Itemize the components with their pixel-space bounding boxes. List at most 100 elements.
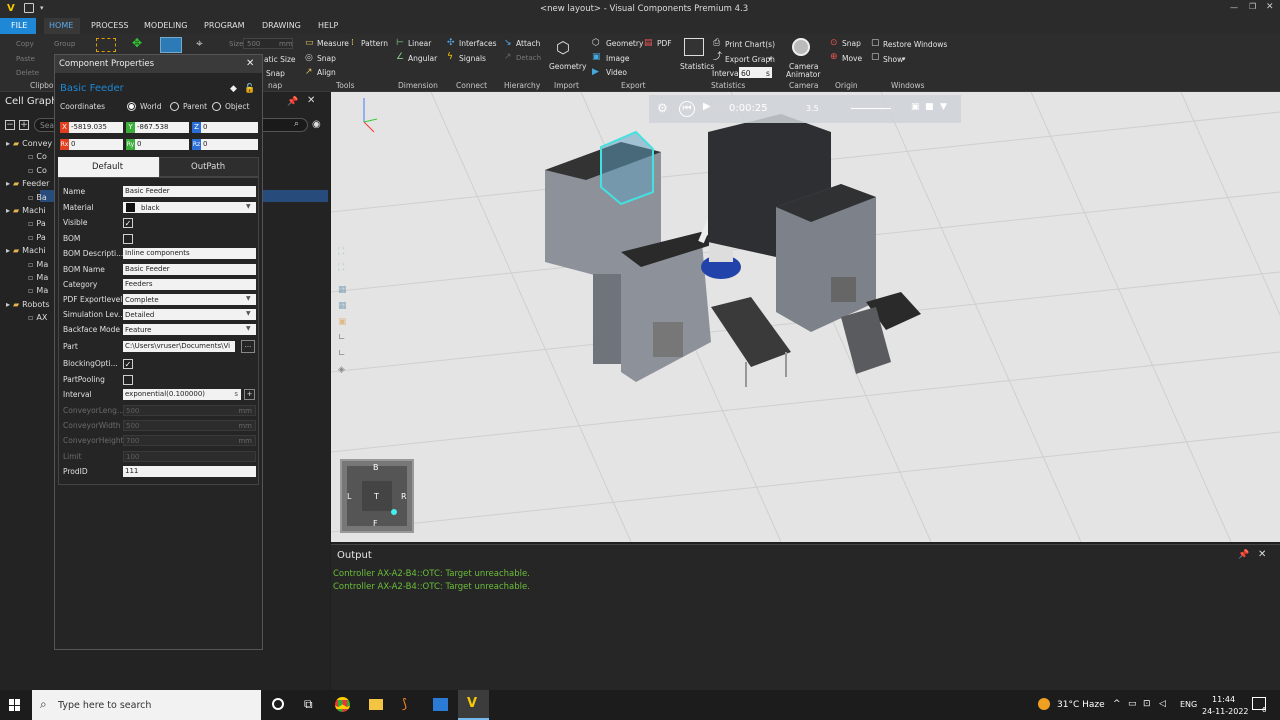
- part-path-input[interactable]: C:\Users\vruser\Documents\Vi: [123, 341, 235, 352]
- navcube-top[interactable]: T: [374, 492, 379, 501]
- grid-display-icon[interactable]: ∟: [338, 349, 348, 359]
- group-button[interactable]: Group: [54, 40, 75, 48]
- filter-icon[interactable]: ▼: [940, 102, 947, 112]
- speed-slider[interactable]: [851, 108, 891, 109]
- name-input[interactable]: Basic Feeder: [123, 186, 256, 197]
- maximize-button[interactable]: ❐: [1249, 2, 1256, 11]
- tab-home-label[interactable]: HOME: [49, 21, 73, 30]
- prodid-input[interactable]: 111: [123, 466, 256, 477]
- minimize-button[interactable]: —: [1230, 3, 1238, 12]
- print-charts-button[interactable]: Print Chart(s): [725, 40, 775, 49]
- tree-item[interactable]: ▫ Ma: [28, 286, 48, 295]
- attach-button[interactable]: Attach: [516, 39, 540, 48]
- interfaces-button[interactable]: Interfaces: [459, 39, 497, 48]
- collapse-all-button[interactable]: −: [5, 120, 15, 130]
- radio-world[interactable]: [127, 102, 136, 111]
- tree-folder[interactable]: ▸ ▰ Machi: [6, 246, 46, 255]
- start-windows-icon[interactable]: [9, 699, 21, 711]
- bom-name-input[interactable]: Basic Feeder: [123, 264, 256, 275]
- bom-checkbox[interactable]: [123, 234, 133, 244]
- export-graph-dropdown-icon[interactable]: ▾: [768, 54, 772, 64]
- angular-button[interactable]: Angular: [408, 54, 437, 63]
- radio-parent-label[interactable]: Parent: [183, 102, 207, 111]
- tab-help[interactable]: HELP: [318, 21, 338, 30]
- camera-animator-button-l2[interactable]: Animator: [786, 70, 820, 79]
- radio-world-label[interactable]: World: [140, 102, 162, 111]
- radio-object-label[interactable]: Object: [225, 102, 249, 111]
- static-size-button[interactable]: atic Size: [264, 55, 296, 64]
- navcube-front[interactable]: F: [373, 519, 378, 528]
- copy-button[interactable]: Copy: [16, 40, 34, 48]
- paste-button[interactable]: Paste: [16, 55, 35, 63]
- part-browse-button[interactable]: ...: [241, 340, 255, 353]
- fill-selected-icon[interactable]: ⛶: [338, 263, 348, 273]
- select-tool-icon[interactable]: [96, 38, 116, 52]
- show-button[interactable]: Show: [883, 55, 903, 64]
- volume-icon[interactable]: ◁: [1159, 699, 1166, 709]
- visible-checkbox[interactable]: ✓: [123, 218, 133, 228]
- restore-windows-button[interactable]: Restore Windows: [883, 40, 947, 49]
- fill-view-icon[interactable]: ⛶: [338, 247, 348, 257]
- props-tab-default-label[interactable]: Default: [92, 162, 123, 172]
- tab-process[interactable]: PROCESS: [91, 21, 128, 30]
- simulation-level-dropdown-icon[interactable]: ▼: [246, 310, 251, 317]
- show-hidden-icons[interactable]: ^: [1113, 699, 1121, 709]
- weather-text[interactable]: 31°C Haze: [1057, 700, 1105, 710]
- viewport-scene[interactable]: [331, 92, 1280, 542]
- tree-item[interactable]: ▫ Co: [28, 166, 47, 175]
- origin-move-button[interactable]: Move: [842, 54, 862, 63]
- tree-item[interactable]: ▫ Ba: [28, 193, 47, 202]
- bom-description-input[interactable]: Inline components: [123, 248, 256, 259]
- export-geometry-button[interactable]: Geometry: [606, 39, 643, 48]
- record-video-icon[interactable]: ■: [925, 102, 934, 112]
- category-input[interactable]: Feeders: [123, 279, 256, 290]
- expand-arrow-icon[interactable]: ▸: [6, 206, 10, 215]
- position-y-input[interactable]: -867.538: [135, 122, 189, 133]
- network-icon[interactable]: ⊡: [1143, 699, 1151, 709]
- tree-item[interactable]: ▫ Pa: [28, 233, 46, 242]
- expand-all-button[interactable]: +: [19, 120, 29, 130]
- show-dropdown-icon[interactable]: ▾: [902, 54, 906, 64]
- rotation-z-input[interactable]: 0: [201, 139, 258, 150]
- tray-icon-1[interactable]: ▭: [1128, 699, 1137, 709]
- output-close-icon[interactable]: ✕: [1258, 549, 1266, 560]
- tab-program[interactable]: PROGRAM: [204, 21, 245, 30]
- pin-icon[interactable]: 📌: [287, 97, 298, 107]
- align-button[interactable]: Align: [317, 68, 336, 77]
- settings-gear-icon[interactable]: ⚙: [657, 101, 668, 115]
- detach-button[interactable]: Detach: [516, 54, 541, 62]
- reset-simulation-icon[interactable]: ⏮: [679, 101, 695, 117]
- screenshot-icon[interactable]: ▣: [911, 102, 920, 112]
- tree-item[interactable]: ▫ AX: [28, 313, 47, 322]
- video-button[interactable]: Video: [606, 68, 627, 77]
- expand-arrow-icon[interactable]: ▸: [6, 139, 10, 148]
- axis-display-icon[interactable]: ∟: [338, 333, 348, 343]
- visibility-icon[interactable]: ◉: [312, 119, 321, 130]
- save-icon[interactable]: [24, 3, 34, 13]
- view-front-icon[interactable]: ▦: [338, 285, 348, 295]
- render-mode-icon[interactable]: ▣: [338, 317, 348, 327]
- app-taskbar-icon-orange[interactable]: ⟆: [402, 697, 407, 712]
- position-z-input[interactable]: 0: [201, 122, 258, 133]
- cortana-icon[interactable]: [272, 698, 284, 710]
- tree-folder[interactable]: ▸ ▰ Convey: [6, 139, 52, 148]
- blocking-option-checkbox[interactable]: ✓: [123, 359, 133, 369]
- expand-arrow-icon[interactable]: ▸: [6, 246, 10, 255]
- origin-snap-button[interactable]: Snap: [842, 39, 861, 48]
- tab-drawing[interactable]: DRAWING: [262, 21, 301, 30]
- linear-button[interactable]: Linear: [408, 39, 431, 48]
- tree-item[interactable]: ▫ Ma: [28, 273, 48, 282]
- snap-button[interactable]: Snap: [317, 54, 336, 63]
- lock-icon[interactable]: 🔓: [244, 84, 255, 94]
- output-pin-icon[interactable]: 📌: [1238, 550, 1249, 560]
- tree-folder[interactable]: ▸ ▰ Feeder: [6, 179, 49, 188]
- rotation-y-input[interactable]: 0: [135, 139, 189, 150]
- language-indicator[interactable]: ENG: [1180, 700, 1197, 709]
- chrome-icon[interactable]: [335, 697, 350, 712]
- import-geometry-button[interactable]: Geometry: [549, 62, 586, 71]
- close-panel-icon[interactable]: ✕: [307, 95, 315, 106]
- tab-modeling[interactable]: MODELING: [144, 21, 187, 30]
- tree-item[interactable]: ▫ Ma: [28, 260, 48, 269]
- view-top-icon[interactable]: ▦: [338, 301, 348, 311]
- measure-button[interactable]: Measure: [317, 39, 349, 48]
